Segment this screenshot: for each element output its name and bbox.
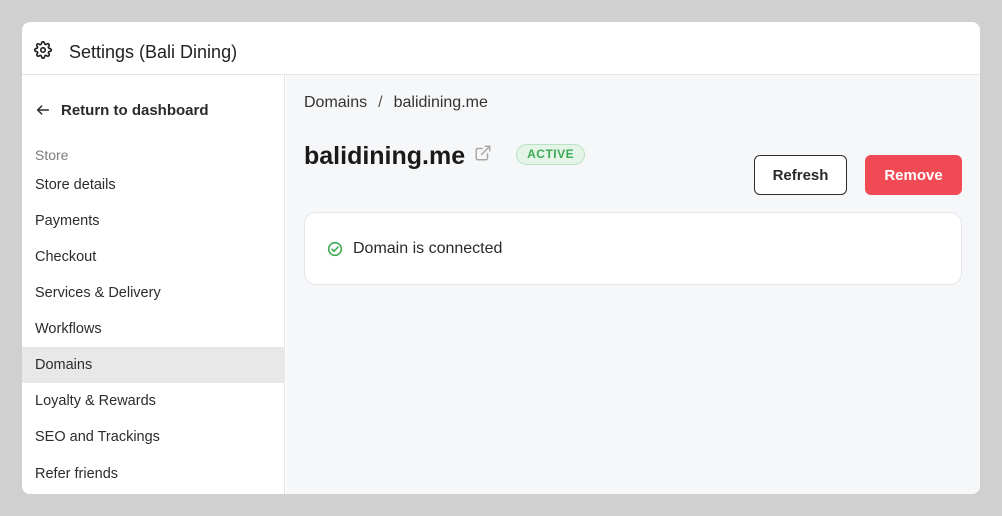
arrow-left-icon bbox=[36, 105, 50, 115]
sidebar-item-workflows[interactable]: Workflows bbox=[22, 311, 285, 347]
check-circle-icon bbox=[327, 241, 343, 256]
breadcrumb-domains-link[interactable]: Domains bbox=[304, 94, 367, 112]
domain-heading: balidining.me ACTIVE bbox=[304, 139, 586, 173]
refresh-button[interactable]: Refresh bbox=[754, 155, 847, 195]
breadcrumb: Domains / balidining.me bbox=[304, 94, 488, 112]
settings-sidebar: Return to dashboard Store Store details … bbox=[22, 75, 285, 494]
settings-window: Settings (Bali Dining) Return to dashboa… bbox=[22, 22, 980, 494]
sidebar-item-loyalty-rewards[interactable]: Loyalty & Rewards bbox=[22, 383, 285, 419]
domain-status-message: Domain is connected bbox=[353, 239, 503, 257]
breadcrumb-separator: / bbox=[378, 94, 383, 111]
breadcrumb-current: balidining.me bbox=[393, 94, 488, 111]
sidebar-item-payments[interactable]: Payments bbox=[22, 203, 285, 239]
title-bar: Settings (Bali Dining) bbox=[22, 22, 980, 75]
sidebar-item-services-delivery[interactable]: Services & Delivery bbox=[22, 275, 285, 311]
external-link-icon[interactable] bbox=[474, 144, 492, 162]
return-to-dashboard-link[interactable]: Return to dashboard bbox=[35, 99, 209, 121]
status-badge: ACTIVE bbox=[516, 143, 586, 165]
sidebar-item-seo-trackings[interactable]: SEO and Trackings bbox=[22, 419, 285, 455]
page-title: balidining.me bbox=[304, 141, 466, 170]
sidebar-item-refer-friends[interactable]: Refer friends bbox=[22, 456, 285, 492]
remove-button[interactable]: Remove bbox=[865, 155, 962, 195]
sidebar-item-checkout[interactable]: Checkout bbox=[22, 239, 285, 275]
return-to-dashboard-label: Return to dashboard bbox=[61, 101, 209, 119]
window-title: Settings (Bali Dining) bbox=[69, 42, 238, 62]
domain-status-card: Domain is connected bbox=[304, 212, 962, 285]
gear-icon bbox=[33, 40, 53, 60]
sidebar-item-domains[interactable]: Domains bbox=[22, 347, 285, 383]
main-content: Domains / balidining.me balidining.me AC… bbox=[286, 75, 980, 494]
sidebar-section-store: Store bbox=[35, 147, 69, 163]
sidebar-item-store-details[interactable]: Store details bbox=[22, 167, 285, 203]
